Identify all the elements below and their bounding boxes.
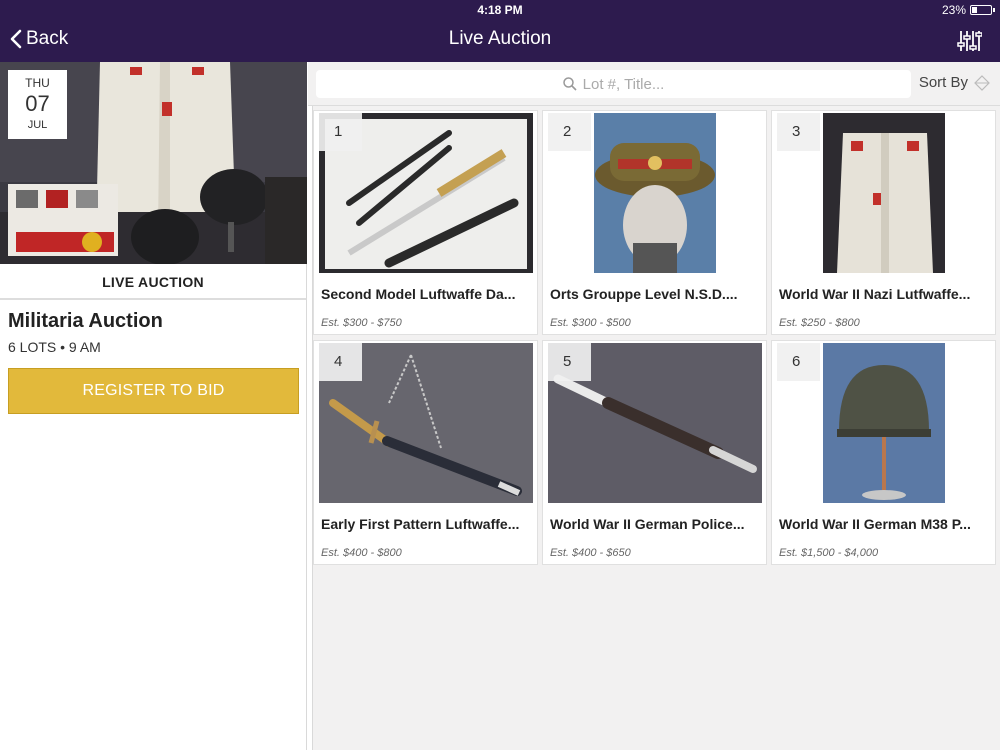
nav-header: iPad 4:18 PM 23% Back Live Auction: [0, 0, 1000, 750]
date-day: 07: [25, 91, 50, 116]
lot-card-3[interactable]: 3 World War II Nazi Lutfwaffe... Est. $2…: [771, 110, 996, 335]
lot-estimate: Est. $400 - $800: [321, 547, 402, 559]
lot-card-1[interactable]: 1 Second Model Luftwaffe Da... Est. $300…: [313, 110, 538, 335]
filter-sliders-icon[interactable]: [956, 28, 982, 54]
lot-number: 2: [548, 113, 591, 151]
sort-by-button[interactable]: Sort By: [919, 74, 990, 91]
lot-card-5[interactable]: 5 World War II German Police... Est. $40…: [542, 340, 767, 565]
page-title: Live Auction: [448, 28, 552, 49]
search-icon: [562, 77, 577, 91]
register-to-bid-button[interactable]: REGISTER TO BID: [8, 368, 299, 414]
lot-card-4[interactable]: 4 Early First Pattern Luftwaffe... Est. …: [313, 340, 538, 565]
sort-diamond-icon: [974, 74, 990, 91]
auction-meta: 6 LOTS • 9 AM: [8, 339, 101, 355]
auction-title: Militaria Auction: [8, 310, 163, 332]
lot-estimate: Est. $250 - $800: [779, 317, 860, 329]
lot-number: 3: [777, 113, 820, 151]
lot-estimate: Est. $300 - $500: [550, 317, 631, 329]
auction-type-label: LIVE AUCTION: [0, 264, 306, 300]
lot-title: Orts Grouppe Level N.S.D....: [550, 286, 738, 302]
lot-number: 1: [319, 113, 362, 151]
lot-title: World War II German Police...: [550, 516, 745, 532]
status-time: 4:18 PM: [477, 3, 523, 17]
lot-title: Early First Pattern Luftwaffe...: [321, 516, 520, 532]
date-month: JUL: [27, 119, 48, 131]
lot-card-6[interactable]: 6 World War II German M38 P... Est. $1,5…: [771, 340, 996, 565]
lot-estimate: Est. $400 - $650: [550, 547, 631, 559]
lot-title: World War II Nazi Lutfwaffe...: [779, 286, 971, 302]
battery-percent: 23%: [941, 3, 966, 17]
lot-title: World War II German M38 P...: [779, 516, 971, 532]
battery-icon: [970, 5, 995, 15]
search-bar: Lot #, Title... Sort By: [308, 62, 1000, 106]
lot-title: Second Model Luftwaffe Da...: [321, 286, 516, 302]
lot-estimate: Est. $1,500 - $4,000: [779, 547, 879, 559]
sort-by-label: Sort By: [918, 74, 968, 91]
lot-card-2[interactable]: 2 Orts Grouppe Level N.S.D.... Est. $300…: [542, 110, 767, 335]
lot-number: 4: [319, 343, 362, 381]
lot-number: 5: [548, 343, 591, 381]
auction-date-badge: THU 07 JUL: [8, 70, 67, 139]
auction-sidebar: THU 07 JUL LIVE AUCTION Militaria Auctio…: [0, 62, 307, 750]
lot-estimate: Est. $300 - $750: [321, 317, 402, 329]
status-battery: 23%: [941, 3, 995, 17]
lot-number: 6: [777, 343, 820, 381]
date-weekday: THU: [25, 76, 50, 90]
search-input[interactable]: Lot #, Title...: [316, 70, 911, 98]
auction-hero-image: THU 07 JUL: [0, 62, 307, 264]
search-placeholder: Lot #, Title...: [582, 75, 665, 93]
